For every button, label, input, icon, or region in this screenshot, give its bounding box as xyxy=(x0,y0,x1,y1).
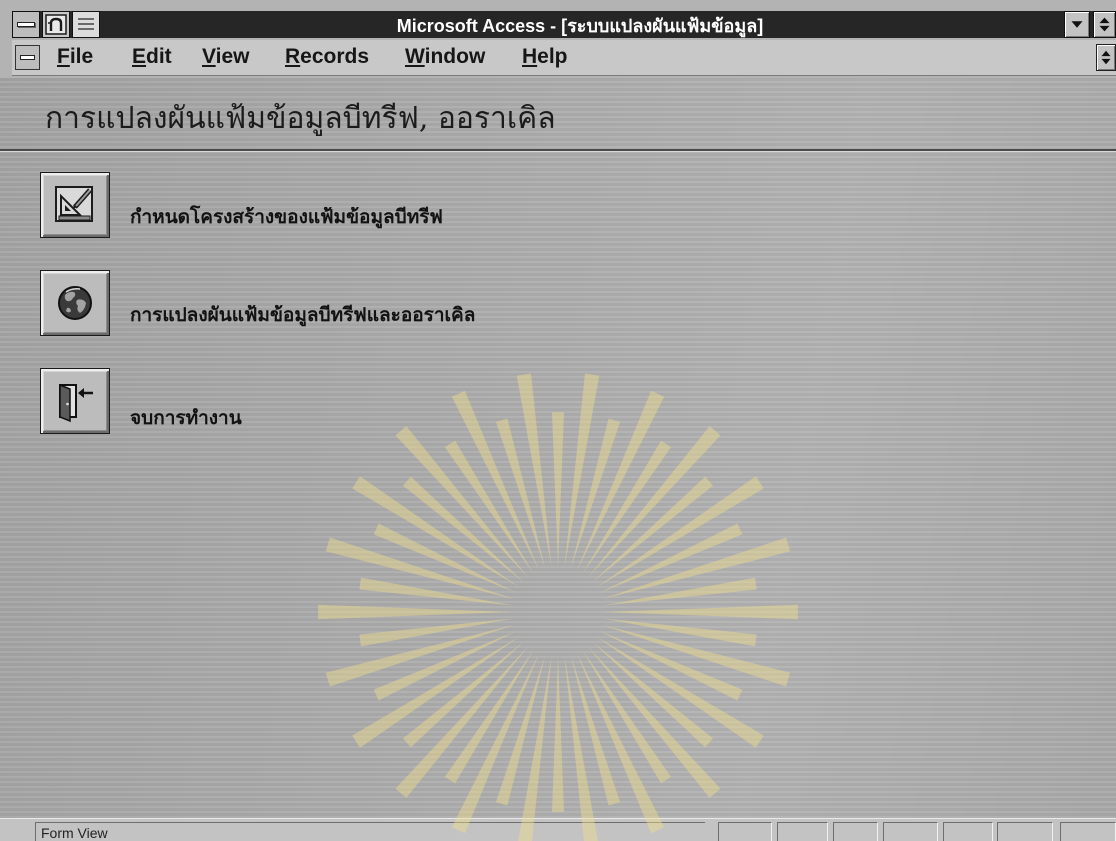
menu-help[interactable]: Help xyxy=(520,45,570,72)
status-indicator xyxy=(943,822,993,841)
maximize-icon xyxy=(1099,17,1110,32)
define-structure-label: กำหนดโครงสร้างของแฟ้มข้อมูลบีทรีฟ xyxy=(130,206,443,228)
status-indicator xyxy=(883,822,938,841)
exit-label: จบการทำงาน xyxy=(130,407,242,429)
status-indicator xyxy=(833,822,878,841)
form-menu-icon[interactable] xyxy=(72,11,100,38)
define-structure-button[interactable] xyxy=(40,172,110,238)
document-restore-button[interactable] xyxy=(1096,44,1116,71)
form-heading: การแปลงผันแฟ้มข้อมูลบีทรีฟ, ออราเคิล xyxy=(45,101,556,136)
globe-icon xyxy=(52,280,98,326)
maximize-button[interactable] xyxy=(1093,11,1116,38)
menu-window[interactable]: Window xyxy=(403,45,487,72)
exit-door-icon xyxy=(52,378,98,424)
document-control-menu-bar xyxy=(20,55,35,60)
header-divider xyxy=(0,149,1116,152)
minimize-button[interactable] xyxy=(1064,11,1090,38)
status-indicator xyxy=(718,822,772,841)
status-indicator xyxy=(777,822,828,841)
status-bar: Form View xyxy=(0,818,1116,841)
menu-records[interactable]: Records xyxy=(283,45,371,72)
menu-file[interactable]: File xyxy=(55,45,95,72)
convert-data-button[interactable] xyxy=(40,270,110,336)
window-title: Microsoft Access - [ระบบแปลงผันแฟ้มข้อมู… xyxy=(396,16,764,36)
switchboard-form: การแปลงผันแฟ้มข้อมูลบีทรีฟ, ออราเคิล กำห… xyxy=(0,78,1116,818)
menu-bar: File Edit View Records Window Help xyxy=(12,40,1116,76)
status-indicator xyxy=(1060,822,1116,841)
document-control-menu-icon[interactable] xyxy=(15,45,40,70)
control-menu-icon[interactable] xyxy=(12,11,40,38)
control-menu-bar xyxy=(17,22,35,27)
design-ruler-icon xyxy=(52,182,98,228)
status-indicator xyxy=(997,822,1053,841)
menu-edit[interactable]: Edit xyxy=(130,45,174,72)
access-app-icon[interactable] xyxy=(42,11,70,38)
menu-view[interactable]: View xyxy=(200,45,252,72)
status-mode-text: Form View xyxy=(41,825,108,841)
exit-button[interactable] xyxy=(40,368,110,434)
convert-data-label: การแปลงผันแฟ้มข้อมูลบีทรีฟและออราเคิล xyxy=(130,304,476,326)
status-message-panel: Form View xyxy=(35,822,705,841)
document-restore-icon xyxy=(1101,50,1111,65)
minimize-icon xyxy=(1071,21,1083,28)
title-bar: Microsoft Access - [ระบบแปลงผันแฟ้มข้อมู… xyxy=(12,11,1116,38)
